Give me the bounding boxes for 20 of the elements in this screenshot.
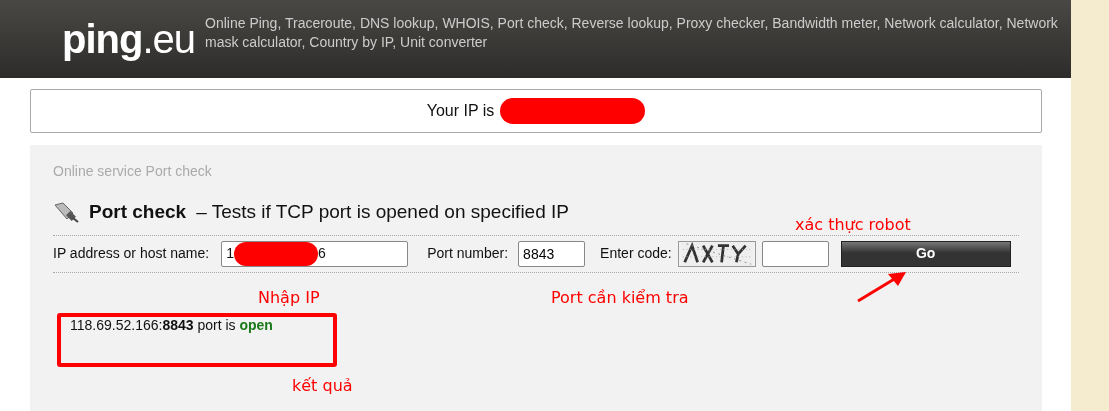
annotation-label: kết quả: [292, 375, 353, 397]
port-input-field[interactable]: 8843: [518, 240, 586, 267]
annotation-label: Port cần kiểm tra: [551, 287, 689, 309]
result-text: 118.69.52.166:8843 port is open: [70, 315, 274, 335]
ip-input-field[interactable]: 1 6: [221, 240, 409, 267]
pointer-arrow: [856, 270, 908, 303]
plug-icon: [53, 201, 79, 224]
port-field-label: Port number:: [427, 244, 509, 263]
go-button[interactable]: Go: [840, 240, 1011, 267]
services-list: Online Ping, Traceroute, DNS lookup, WHOIS, Port check, Reverse lookup, Proxy checker, Bandwidth meter, Network calculator, Network mask calculator, Country by IP, Unit converter: [205, 14, 1066, 52]
annotation-label: Nhập IP: [258, 287, 320, 309]
heading-subtitle: – Tests if TCP port is opened on specified IP: [196, 200, 569, 224]
code-field-label: Enter code:: [600, 244, 672, 263]
breadcrumb-text: Online service Port check: [53, 162, 213, 181]
code-input-field[interactable]: [761, 240, 829, 267]
annotation-label: xác thực robot: [795, 214, 911, 236]
page-heading: Port check: [89, 200, 187, 224]
ip-field-label: IP address or host name:: [53, 244, 210, 263]
ip-label: Your IP is: [426, 101, 495, 121]
site-logo[interactable]: ping.eu: [62, 19, 196, 59]
